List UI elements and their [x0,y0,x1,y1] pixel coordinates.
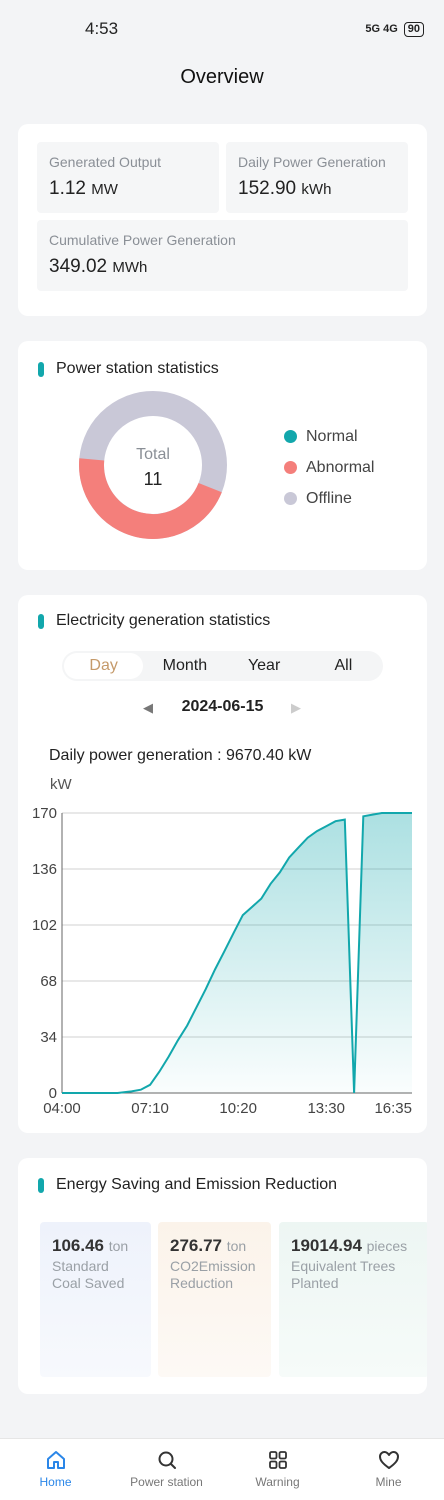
legend-normal[interactable]: Normal [284,421,374,452]
y-tick-label: 136 [32,861,57,878]
co2-reduction-label: CO2Emission Reduction [170,1258,256,1291]
status-bar: 4:53 5G 4G 90 [0,0,444,58]
trees-planted-box: 19014.94 pieces Equivalent Trees Planted [279,1222,427,1377]
y-tick-label: 68 [40,973,57,990]
energy-title: Energy Saving and Emission Reduction [38,1176,337,1194]
energy-card: Energy Saving and Emission Reduction 106… [18,1158,427,1394]
page-title: Overview [180,66,264,88]
daily-generation-box: Daily Power Generation 152.90 kWh [226,142,408,213]
generation-stats-title: Electricity generation statistics [38,612,270,630]
status-time: 4:53 [85,19,119,38]
station-stats-title: Power station statistics [38,360,219,378]
cumulative-generation-box: Cumulative Power Generation 349.02 MWh [37,220,408,291]
generation-stats-card: Electricity generation statistics Day Mo… [18,595,427,1133]
x-tick-label: 10:20 [219,1100,257,1115]
trees-planted-label: Equivalent Trees Planted [291,1258,396,1291]
coal-saved-value: 106.46 ton [52,1236,129,1255]
x-tick-label: 07:10 [131,1100,169,1115]
co2-reduction-box: 276.77 ton CO2Emission Reduction [158,1222,271,1377]
grid-icon [268,1451,287,1469]
trees-planted-value: 19014.94 pieces [291,1236,408,1255]
generated-output-label: Generated Output [49,154,162,170]
daily-generation-caption: Daily power generation : 9670.40 kW [49,747,312,764]
heart-icon [378,1451,399,1469]
summary-card: Generated Output 1.12 MW Daily Power Gen… [18,124,427,316]
signal-text: 5G 4G [365,23,398,35]
next-date-button[interactable]: ▶ [291,700,301,716]
station-donut-chart[interactable]: Total 11 [73,386,233,546]
donut-total-value: 11 [144,469,163,489]
generation-area-chart[interactable]: kW 0346810213617004:00 07:10 10:20 13:30 16:… [18,775,427,1115]
legend-abnormal[interactable]: Abnormal [284,452,374,483]
co2-reduction-value: 276.77 ton [170,1236,247,1255]
y-axis-unit: kW [50,776,73,793]
tab-day[interactable]: Day [64,653,144,679]
station-legend: Normal Abnormal Offline [284,421,374,514]
y-tick-label: 170 [32,805,57,822]
tab-power-station[interactable]: Power station [111,1439,222,1500]
tab-all[interactable]: All [304,651,383,681]
x-tick-label: 16:35 [374,1100,412,1115]
cumulative-generation-label: Cumulative Power Generation [49,232,236,248]
generated-output-value: 1.12 MW [49,178,118,199]
cumulative-generation-value: 349.02 MWh [49,256,148,277]
section-marker [38,361,44,377]
station-stats-card: Power station statistics Total 11 Normal… [18,341,427,570]
generated-output-box: Generated Output 1.12 MW [37,142,219,213]
status-icons: 5G 4G 90 [365,21,424,37]
daily-generation-value: 152.90 kWh [238,178,332,199]
period-tabs: Day Month Year All [62,651,383,681]
section-marker [38,613,44,629]
home-icon [46,1451,65,1469]
legend-offline[interactable]: Offline [284,483,374,514]
coal-saved-label: Standard Coal Saved [52,1258,125,1291]
tab-mine[interactable]: Mine [333,1439,444,1500]
x-tick-label: 13:30 [307,1100,345,1115]
tab-year[interactable]: Year [225,651,304,681]
legend-dot [284,430,297,443]
donut-total-label: Total [136,446,170,463]
tab-month[interactable]: Month [145,651,224,681]
search-icon [158,1451,176,1469]
legend-dot [284,492,297,505]
tab-home[interactable]: Home [0,1439,111,1500]
section-marker [38,1177,44,1193]
tab-warning[interactable]: Warning [222,1439,333,1500]
coal-saved-box: 106.46 ton Standard Coal Saved [40,1222,151,1377]
x-tick-label: 04:00 [43,1100,81,1115]
bottom-tab-bar: Home Power station Warning Mine [0,1438,444,1500]
selected-date[interactable]: 2024-06-15 [18,698,427,716]
daily-generation-label: Daily Power Generation [238,154,386,170]
battery-icon: 90 [403,21,424,37]
y-tick-label: 102 [32,917,57,934]
y-tick-label: 34 [40,1029,57,1046]
legend-dot [284,461,297,474]
